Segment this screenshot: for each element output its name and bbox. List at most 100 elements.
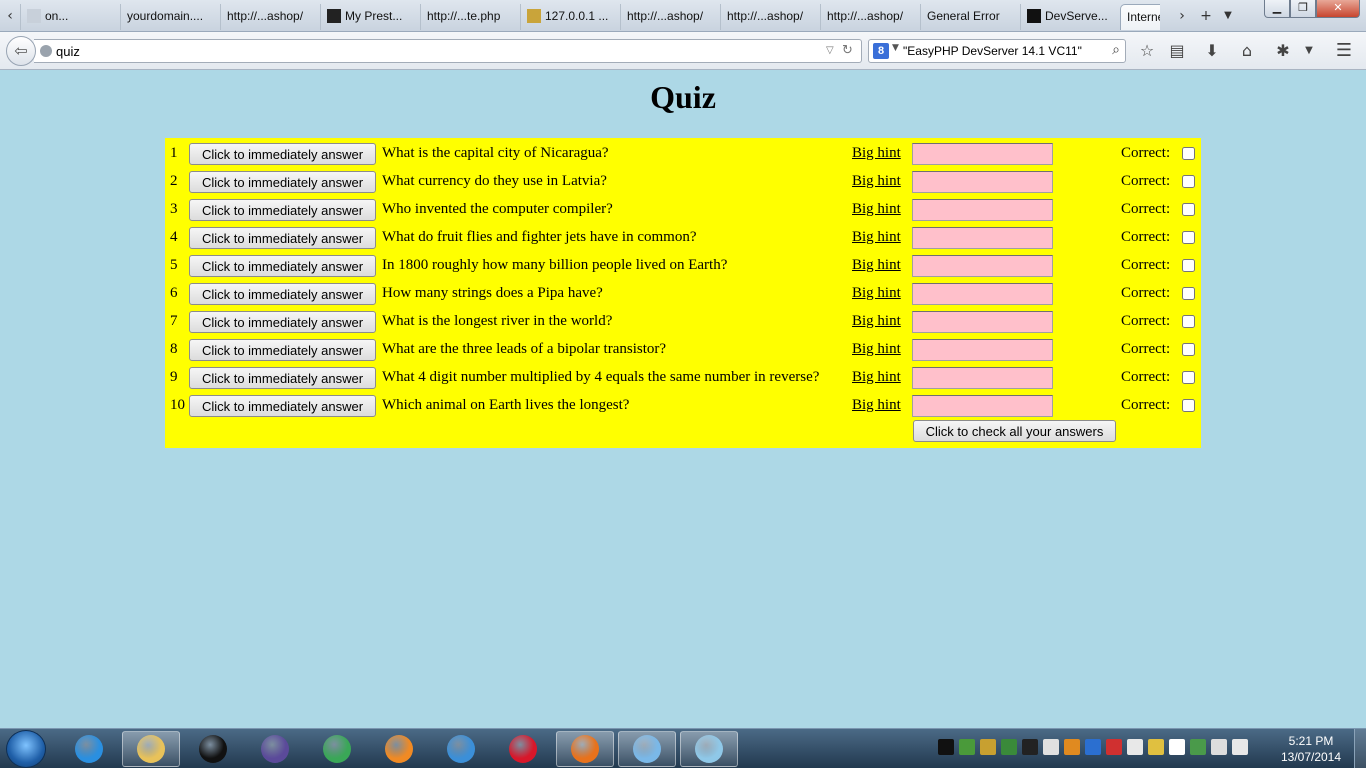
big-hint-link[interactable]: Big hint [852,257,901,274]
search-input[interactable] [903,42,1103,60]
tray-icon[interactable] [1022,739,1038,755]
correct-checkbox[interactable] [1182,259,1195,272]
answer-input[interactable] [912,255,1053,277]
reload-icon[interactable]: ↻ [842,43,853,58]
tray-icon[interactable] [1211,739,1227,755]
tab-scroll-right-icon[interactable]: › [1172,4,1192,28]
back-button[interactable]: ⇦ [6,36,36,66]
tray-icon[interactable] [1169,739,1185,755]
big-hint-link[interactable]: Big hint [852,313,901,330]
immediate-answer-button[interactable]: Click to immediately answer [189,227,376,249]
immediate-answer-button[interactable]: Click to immediately answer [189,311,376,333]
correct-checkbox[interactable] [1182,371,1195,384]
taskbar-app-button[interactable] [494,731,552,767]
tray-icon[interactable] [1064,739,1080,755]
big-hint-link[interactable]: Big hint [852,173,901,190]
taskbar-app-button[interactable] [308,731,366,767]
tray-icon[interactable] [1190,739,1206,755]
search-engine-icon[interactable]: 8 [873,43,889,59]
big-hint-link[interactable]: Big hint [852,285,901,302]
answer-input[interactable] [912,311,1053,333]
extension-icon[interactable]: ✱ [1271,40,1295,62]
correct-checkbox[interactable] [1182,147,1195,160]
tray-icon[interactable] [1232,739,1248,755]
answer-input[interactable] [912,143,1053,165]
taskbar-app-button[interactable] [370,731,428,767]
downloads-icon[interactable]: ⬇ [1200,40,1224,62]
immediate-answer-button[interactable]: Click to immediately answer [189,283,376,305]
taskbar-app-button[interactable] [60,731,118,767]
immediate-answer-button[interactable]: Click to immediately answer [189,255,376,277]
bookmarks-menu-icon[interactable]: ▤ [1165,40,1189,62]
tab[interactable]: DevServe... [1020,4,1120,30]
tab-scroll-left-icon[interactable]: ‹ [1,4,19,28]
tray-icon[interactable] [1148,739,1164,755]
correct-checkbox[interactable] [1182,399,1195,412]
check-all-answers-button[interactable]: Click to check all your answers [913,420,1116,442]
big-hint-link[interactable]: Big hint [852,201,901,218]
answer-input[interactable] [912,367,1053,389]
taskbar-app-button[interactable] [432,731,490,767]
tray-icon[interactable] [1043,739,1059,755]
correct-checkbox[interactable] [1182,231,1195,244]
start-button[interactable] [6,730,46,768]
answer-input[interactable] [912,339,1053,361]
correct-checkbox[interactable] [1182,315,1195,328]
tab[interactable]: 127.0.0.1 ... [520,4,620,30]
maximize-icon[interactable]: ❐ [1290,0,1316,18]
big-hint-link[interactable]: Big hint [852,397,901,414]
search-icon[interactable]: ⌕ [1112,42,1120,58]
home-icon[interactable]: ⌂ [1235,40,1259,62]
answer-input[interactable] [912,227,1053,249]
immediate-answer-button[interactable]: Click to immediately answer [189,171,376,193]
url-input[interactable] [56,42,816,60]
correct-checkbox[interactable] [1182,175,1195,188]
big-hint-link[interactable]: Big hint [852,229,901,246]
tab[interactable]: My Prest... [320,4,420,30]
tray-icon[interactable] [1085,739,1101,755]
tab[interactable]: http://...ashop/ [220,4,320,30]
big-hint-link[interactable]: Big hint [852,145,901,162]
clock[interactable]: 5:21 PM 13/07/2014 [1278,733,1344,765]
taskbar-app-button[interactable] [618,731,676,767]
correct-checkbox[interactable] [1182,343,1195,356]
taskbar-app-button[interactable] [122,731,180,767]
tray-icon[interactable] [938,739,954,755]
tray-icon[interactable] [1001,739,1017,755]
answer-input[interactable] [912,395,1053,417]
tray-icon[interactable] [1127,739,1143,755]
tab[interactable]: http://...ashop/ [620,4,720,30]
correct-checkbox[interactable] [1182,287,1195,300]
tray-icon[interactable] [980,739,996,755]
taskbar-app-button[interactable] [184,731,242,767]
tab[interactable]: http://...te.php [420,4,520,30]
tab[interactable]: on... [20,4,120,30]
immediate-answer-button[interactable]: Click to immediately answer [189,395,376,417]
big-hint-link[interactable]: Big hint [852,341,901,358]
taskbar-app-button[interactable] [556,731,614,767]
answer-input[interactable] [912,171,1053,193]
immediate-answer-button[interactable]: Click to immediately answer [189,199,376,221]
bookmark-star-icon[interactable]: ☆ [1135,40,1159,62]
show-desktop-button[interactable] [1354,729,1366,768]
close-window-icon[interactable]: ✕ [1316,0,1360,18]
answer-input[interactable] [912,283,1053,305]
tab[interactable]: General Error [920,4,1020,30]
extension-dropdown-icon[interactable]: ▼ [1297,40,1321,62]
taskbar-app-button[interactable] [246,731,304,767]
tray-icon[interactable] [959,739,975,755]
tray-icon[interactable] [1106,739,1122,755]
answer-input[interactable] [912,199,1053,221]
new-tab-icon[interactable]: + [1196,4,1216,28]
immediate-answer-button[interactable]: Click to immediately answer [189,339,376,361]
menu-icon[interactable]: ☰ [1332,40,1356,62]
url-history-dropdown-icon[interactable]: ▽ [826,45,834,56]
immediate-answer-button[interactable]: Click to immediately answer [189,143,376,165]
tab[interactable]: http://...ashop/ [720,4,820,30]
tab[interactable]: http://...ashop/ [820,4,920,30]
minimize-icon[interactable]: ▁ [1264,0,1290,18]
taskbar-app-button[interactable] [680,731,738,767]
tab[interactable]: yourdomain.... [120,4,220,30]
site-identity-icon[interactable] [40,45,52,57]
search-engine-dropdown-icon[interactable]: ▼ [892,43,899,53]
